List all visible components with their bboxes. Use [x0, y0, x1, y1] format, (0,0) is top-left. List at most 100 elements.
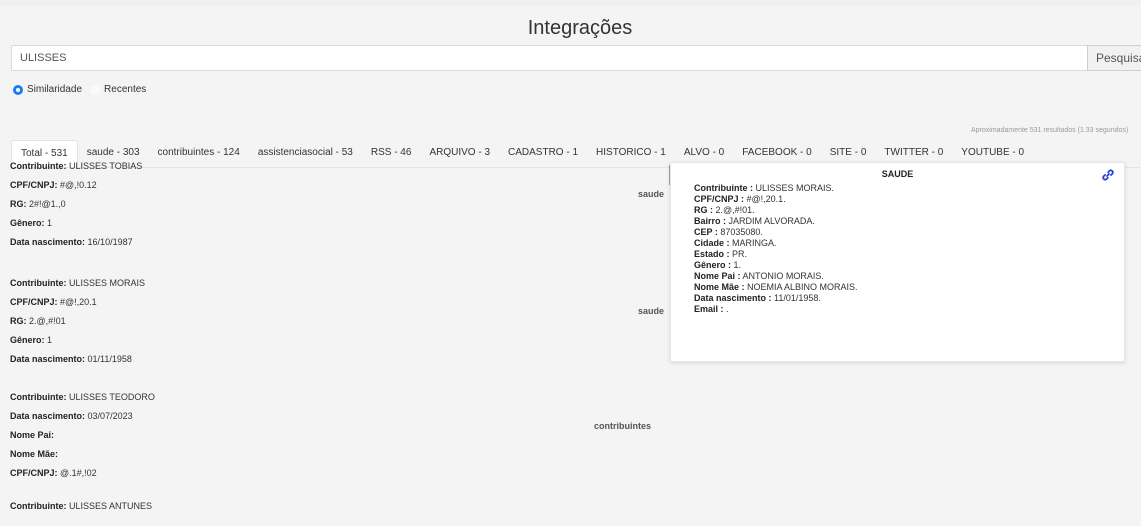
field-label: RG :: [694, 205, 713, 215]
search-input[interactable]: ULISSES: [11, 45, 1088, 71]
field-value: #@,!0.12: [60, 180, 97, 190]
field-label: Data nascimento:: [10, 354, 86, 364]
field-label: Nome Mãe :: [694, 282, 745, 292]
field-value: ANTONIO MORAIS.: [742, 271, 824, 281]
field-label: Data nascimento:: [10, 237, 86, 247]
card-field: Nome Mãe : NOEMIA ALBINO MORAIS.: [694, 282, 858, 293]
result-field: Data nascimento: 01/11/1958: [10, 350, 660, 369]
field-value: 16/10/1987: [87, 237, 133, 247]
result-field: Contribuinte: ULISSES MORAIS: [10, 274, 660, 293]
result-field: RG: 2#!@1.,0: [10, 195, 660, 214]
result-field: Gênero: 1: [10, 214, 660, 233]
field-value: 87035080.: [720, 227, 763, 237]
field-label: Contribuinte:: [10, 161, 67, 171]
field-value: 1: [47, 218, 53, 228]
field-label: RG:: [10, 316, 27, 326]
result-field: CPF/CNPJ: @.1#,!02: [10, 464, 660, 483]
sort-options: Similaridade Recentes: [13, 84, 154, 95]
card-field: Contribuinte : ULISSES MORAIS.: [694, 183, 858, 194]
result-item[interactable]: Contribuinte: ULISSES TOBIAS CPF/CNPJ: #…: [10, 157, 664, 252]
result-field: CPF/CNPJ: #@!,20.1: [10, 293, 660, 312]
field-value: 01/11/1958: [87, 354, 132, 364]
field-label: CPF/CNPJ :: [694, 194, 745, 204]
field-value: NOEMIA ALBINO MORAIS.: [747, 282, 858, 292]
card-field: RG : 2.@,#!01.: [694, 205, 858, 216]
result-field: Nome Mãe:: [10, 445, 660, 464]
field-value: JARDIM ALVORADA.: [728, 216, 815, 226]
card-field: Email : .: [694, 304, 858, 315]
radio-label-similaridade: Similaridade: [27, 84, 83, 95]
field-value: #@!,20.1: [60, 297, 97, 307]
field-label: Contribuinte:: [10, 392, 67, 402]
field-value: PR.: [732, 249, 748, 259]
field-label: Estado :: [694, 249, 730, 259]
field-value: 2#!@1.,0: [29, 199, 66, 209]
link-icon[interactable]: [1102, 169, 1114, 181]
result-field: Nome Pai:: [10, 426, 660, 445]
field-value: 1: [47, 335, 53, 345]
result-field: CPF/CNPJ: #@,!0.12: [10, 176, 660, 195]
radio-recentes[interactable]: Recentes: [90, 84, 146, 95]
field-label: Data nascimento:: [10, 411, 86, 421]
field-value: 1.: [733, 260, 742, 270]
field-value: @.1#,!02: [60, 468, 97, 478]
field-value: ULISSES MORAIS: [69, 278, 146, 288]
field-value: ULISSES TOBIAS: [69, 161, 143, 171]
field-label: CPF/CNPJ:: [10, 297, 58, 307]
result-field: Contribuinte: ULISSES ANTUNES: [10, 497, 660, 516]
detail-card: SAUDE Contribuinte : ULISSES MORAIS. CPF…: [669, 162, 1125, 362]
result-item[interactable]: Contribuinte: ULISSES MORAIS CPF/CNPJ: #…: [10, 274, 664, 369]
field-label: Contribuinte:: [10, 501, 67, 511]
card-title: SAUDE: [881, 169, 914, 179]
field-value: ULISSES MORAIS.: [755, 183, 835, 193]
card-field: Estado : PR.: [694, 249, 858, 260]
field-value: 11/01/1958.: [774, 293, 821, 303]
field-label: CPF/CNPJ:: [10, 180, 58, 190]
field-label: Gênero :: [694, 260, 732, 270]
top-border: [0, 0, 1141, 6]
field-label: Cidade :: [694, 238, 730, 248]
radio-similaridade[interactable]: Similaridade: [13, 84, 82, 95]
result-field: Data nascimento: 03/07/2023: [10, 407, 660, 426]
field-label: Email :: [694, 304, 724, 314]
field-label: Data nascimento :: [694, 293, 772, 303]
field-label: Contribuinte :: [694, 183, 753, 193]
field-value: .: [726, 304, 729, 314]
radio-checked-icon[interactable]: [13, 84, 23, 95]
field-label: Contribuinte:: [10, 278, 67, 288]
field-value: 2.@,#!01: [29, 316, 66, 326]
field-label: RG:: [10, 199, 27, 209]
card-field: CEP : 87035080.: [694, 227, 858, 238]
field-value: MARINGA.: [732, 238, 777, 248]
field-value: 2.@,#!01.: [715, 205, 755, 215]
card-field: Data nascimento : 11/01/1958.: [694, 293, 858, 304]
result-field: Data nascimento: 16/10/1987: [10, 233, 660, 252]
radio-unchecked-icon[interactable]: [90, 84, 101, 95]
field-value: #@!,20.1.: [746, 194, 786, 204]
result-field: Contribuinte: ULISSES TOBIAS: [10, 157, 660, 176]
field-label: Nome Pai:: [10, 430, 55, 440]
card-field: CPF/CNPJ : #@!,20.1.: [694, 194, 858, 205]
result-source: contribuintes: [594, 421, 652, 431]
card-field: Gênero : 1.: [694, 260, 858, 271]
result-field: RG: 2.@,#!01: [10, 312, 660, 331]
result-item[interactable]: Contribuinte: ULISSES ANTUNES: [10, 497, 660, 516]
result-field: Contribuinte: ULISSES TEODORO: [10, 388, 660, 407]
card-indicator: [669, 165, 670, 185]
field-label: Gênero:: [10, 218, 45, 228]
result-item[interactable]: Contribuinte: ULISSES TEODORO Data nasci…: [10, 388, 660, 483]
field-label: CEP :: [694, 227, 718, 237]
card-field: Nome Pai : ANTONIO MORAIS.: [694, 271, 858, 282]
field-label: Nome Pai :: [694, 271, 741, 281]
field-value: 03/07/2023: [87, 411, 133, 421]
field-label: Bairro :: [694, 216, 727, 226]
field-label: Nome Mãe:: [10, 449, 59, 459]
field-value: ULISSES TEODORO: [69, 392, 155, 402]
field-value: ULISSES ANTUNES: [69, 501, 153, 511]
page-title: Integrações: [527, 17, 633, 39]
result-field: Gênero: 1: [10, 331, 660, 350]
card-body: Contribuinte : ULISSES MORAIS. CPF/CNPJ …: [694, 183, 858, 315]
radio-label-recentes: Recentes: [104, 84, 147, 95]
search-button[interactable]: Pesquisar: [1087, 45, 1141, 71]
card-field: Bairro : JARDIM ALVORADA.: [694, 216, 858, 227]
